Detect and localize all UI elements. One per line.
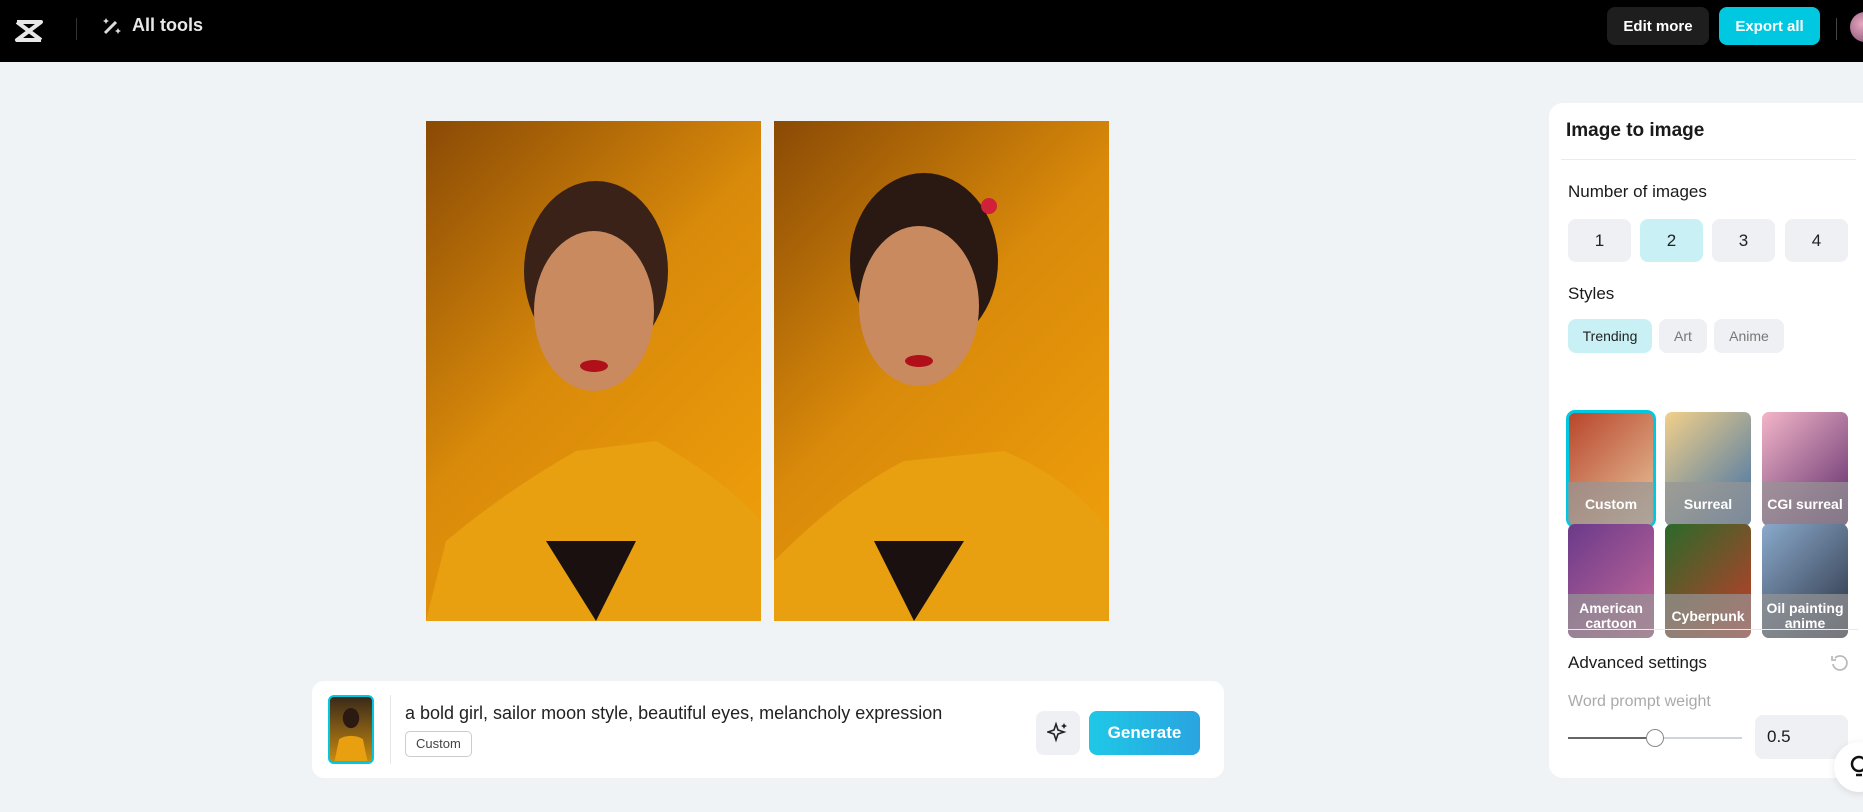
magic-wand-icon: [103, 17, 121, 34]
word-prompt-weight-input[interactable]: 0.5: [1755, 715, 1848, 759]
style-card-surreal[interactable]: Surreal: [1665, 412, 1751, 526]
number-option-2[interactable]: 2: [1640, 219, 1703, 262]
advanced-settings-label: Advanced settings: [1568, 653, 1707, 672]
prompt-input[interactable]: a bold girl, sailor moon style, beautifu…: [405, 703, 942, 724]
image-to-image-panel: Image to image Number of images 1 2 3 4 …: [1549, 103, 1863, 778]
avatar[interactable]: [1850, 12, 1863, 42]
divider: [76, 18, 77, 40]
lightbulb-icon: [1850, 755, 1863, 777]
tab-anime[interactable]: Anime: [1714, 319, 1784, 353]
result-image-1[interactable]: [426, 121, 761, 621]
divider: [390, 695, 391, 764]
panel-title: Image to image: [1566, 120, 1705, 141]
number-option-3[interactable]: 3: [1712, 219, 1775, 262]
style-card-label: Oil painting anime: [1762, 594, 1848, 638]
style-card-label: Cyberpunk: [1665, 594, 1751, 638]
style-card-label: CGI surreal: [1762, 482, 1848, 526]
style-tag[interactable]: Custom: [405, 731, 472, 757]
reset-icon[interactable]: [1830, 653, 1850, 673]
divider: [1568, 629, 1858, 630]
number-option-1[interactable]: 1: [1568, 219, 1631, 262]
styles-label: Styles: [1568, 284, 1615, 303]
top-bar: All tools Edit more Export all: [0, 0, 1863, 62]
result-image-2[interactable]: [774, 121, 1109, 621]
prompt-bar: a bold girl, sailor moon style, beautifu…: [312, 681, 1224, 778]
portrait-image: [426, 181, 761, 621]
enhance-prompt-button[interactable]: [1036, 711, 1080, 755]
style-card-label: Custom: [1568, 482, 1654, 526]
style-card-oil-painting-anime[interactable]: Oil painting anime: [1762, 524, 1848, 638]
divider: [1561, 159, 1856, 160]
reference-image-thumbnail[interactable]: [328, 695, 374, 764]
export-all-button[interactable]: Export all: [1719, 7, 1820, 45]
divider: [1836, 18, 1837, 40]
style-card-american-cartoon[interactable]: American cartoon: [1568, 524, 1654, 638]
style-card-label: American cartoon: [1568, 594, 1654, 638]
sparkle-icon: [1045, 720, 1067, 743]
all-tools-button[interactable]: All tools: [102, 15, 203, 36]
all-tools-label: All tools: [132, 15, 203, 35]
capcut-logo-icon[interactable]: [14, 16, 44, 46]
edit-more-button[interactable]: Edit more: [1607, 7, 1709, 45]
generate-button[interactable]: Generate: [1089, 711, 1200, 755]
style-card-custom[interactable]: Custom: [1566, 410, 1656, 528]
number-of-images-label: Number of images: [1568, 182, 1707, 201]
tab-art[interactable]: Art: [1659, 319, 1707, 353]
style-card-cyberpunk[interactable]: Cyberpunk: [1665, 524, 1751, 638]
slider-handle[interactable]: [1646, 729, 1664, 747]
word-prompt-weight-label: Word prompt weight: [1568, 693, 1711, 710]
word-prompt-weight-slider[interactable]: [1568, 729, 1742, 747]
style-card-label: Surreal: [1665, 482, 1751, 526]
slider-fill: [1568, 737, 1655, 739]
style-card-cgi-surreal[interactable]: CGI surreal: [1762, 412, 1848, 526]
portrait-image: [774, 173, 1109, 621]
tab-trending[interactable]: Trending: [1568, 319, 1652, 353]
number-option-4[interactable]: 4: [1785, 219, 1848, 262]
